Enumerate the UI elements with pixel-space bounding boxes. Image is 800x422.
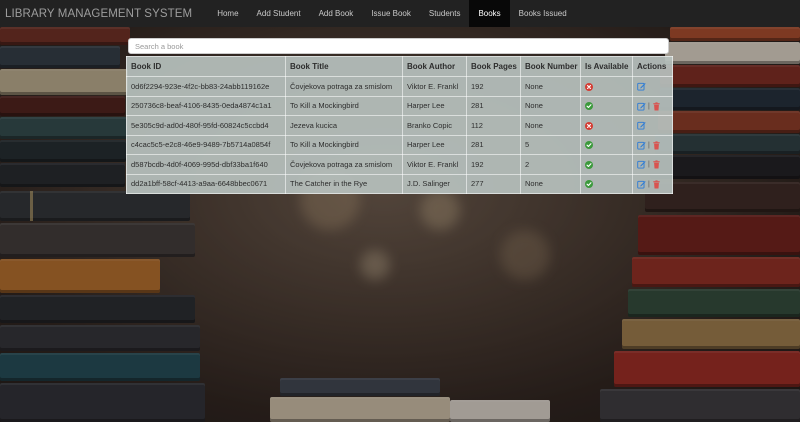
edit-icon[interactable] bbox=[637, 102, 646, 111]
cell-available bbox=[580, 95, 633, 116]
cell-title: To Kill a Mockingbird bbox=[285, 134, 403, 155]
header-book-title: Book Title bbox=[285, 56, 403, 77]
x-circle-icon bbox=[585, 82, 593, 91]
cell-title: Čovjekova potraga za smislom bbox=[285, 154, 403, 175]
cell-author: J.D. Salinger bbox=[402, 173, 467, 194]
nav-books[interactable]: Books bbox=[469, 0, 510, 27]
cell-available bbox=[580, 134, 633, 155]
nav-add-student[interactable]: Add Student bbox=[248, 0, 310, 27]
header-is-available: Is Available bbox=[580, 56, 633, 77]
row-actions bbox=[637, 121, 646, 130]
x-circle-icon bbox=[585, 121, 593, 130]
edit-icon[interactable] bbox=[637, 121, 646, 130]
check-circle-icon bbox=[585, 160, 593, 169]
header-book-id: Book ID bbox=[126, 56, 286, 77]
cell-title: The Catcher in the Rye bbox=[285, 173, 403, 194]
table-row: c4cac5c5-e2c8-46e9-9489-7b5714a0854f To K… bbox=[126, 134, 673, 155]
books-table: Book ID Book Title Book Author Book Page… bbox=[126, 56, 673, 194]
cell-actions: | bbox=[632, 173, 673, 194]
cell-id: c4cac5c5-e2c8-46e9-9489-7b5714a0854f bbox=[126, 134, 286, 155]
cell-author: Harper Lee bbox=[402, 134, 467, 155]
cell-actions bbox=[632, 76, 673, 97]
header-book-author: Book Author bbox=[402, 56, 467, 77]
edit-icon[interactable] bbox=[637, 180, 646, 189]
check-circle-icon bbox=[585, 180, 593, 189]
cell-pages: 281 bbox=[466, 134, 521, 155]
edit-icon[interactable] bbox=[637, 160, 646, 169]
cell-number: None bbox=[520, 115, 581, 136]
edit-icon[interactable] bbox=[637, 82, 646, 91]
row-actions bbox=[637, 82, 646, 91]
check-circle-icon bbox=[585, 141, 593, 150]
cell-author: Branko Copic bbox=[402, 115, 467, 136]
table-row: 0d6f2294-923e-4f2c-bb83-24abb119162e Čovj… bbox=[126, 76, 673, 97]
cell-title: To Kill a Mockingbird bbox=[285, 95, 403, 116]
cell-id: d587bcdb-4d0f-4069-995d-dbf33ba1f640 bbox=[126, 154, 286, 175]
action-separator: | bbox=[648, 141, 650, 149]
cell-id: dd2a1bff-58cf-4413-a9aa-6648bbec0671 bbox=[126, 173, 286, 194]
cell-available bbox=[580, 173, 633, 194]
row-actions: | bbox=[637, 179, 661, 189]
cell-id: 5e305c9d-ad0d-480f-95fd-60824c5ccbd4 bbox=[126, 115, 286, 136]
navbar-brand[interactable]: LIBRARY MANAGEMENT SYSTEM bbox=[0, 8, 208, 20]
cell-number: 2 bbox=[520, 154, 581, 175]
header-actions: Actions bbox=[632, 56, 673, 77]
action-separator: | bbox=[648, 161, 650, 168]
nav-books-issued[interactable]: Books Issued bbox=[510, 0, 576, 27]
cell-pages: 281 bbox=[466, 95, 521, 116]
cell-id: 0d6f2294-923e-4f2c-bb83-24abb119162e bbox=[126, 76, 286, 97]
nav-add-book[interactable]: Add Book bbox=[310, 0, 363, 27]
row-actions: | bbox=[637, 140, 661, 150]
nav-home[interactable]: Home bbox=[208, 0, 247, 27]
navbar-links: Home Add Student Add Book Issue Book Stu… bbox=[208, 0, 576, 27]
cell-actions: | bbox=[632, 95, 673, 116]
row-actions: | bbox=[637, 160, 661, 169]
cell-pages: 192 bbox=[466, 76, 521, 97]
cell-actions: | bbox=[632, 134, 673, 155]
cell-available bbox=[580, 76, 633, 97]
cell-actions: | bbox=[632, 154, 673, 175]
trash-icon[interactable] bbox=[652, 101, 661, 111]
check-circle-icon bbox=[585, 102, 593, 111]
trash-icon[interactable] bbox=[652, 160, 661, 169]
cell-author: Harper Lee bbox=[402, 95, 467, 116]
cell-number: None bbox=[520, 95, 581, 116]
cell-pages: 192 bbox=[466, 154, 521, 175]
table-row: 5e305c9d-ad0d-480f-95fd-60824c5ccbd4 Jeze… bbox=[126, 115, 673, 136]
cell-available bbox=[580, 115, 633, 136]
header-book-pages: Book Pages bbox=[466, 56, 521, 77]
action-separator: | bbox=[648, 180, 650, 188]
nav-issue-book[interactable]: Issue Book bbox=[362, 0, 420, 27]
cell-actions bbox=[632, 115, 673, 136]
table-row: dd2a1bff-58cf-4413-a9aa-6648bbec0671 The … bbox=[126, 173, 673, 194]
cell-author: Viktor E. Frankl bbox=[402, 154, 467, 175]
cell-pages: 277 bbox=[466, 173, 521, 194]
search-input[interactable] bbox=[128, 38, 669, 54]
action-separator: | bbox=[648, 102, 650, 110]
table-header-row: Book ID Book Title Book Author Book Page… bbox=[126, 56, 673, 77]
navbar: LIBRARY MANAGEMENT SYSTEM Home Add Stude… bbox=[0, 0, 800, 27]
trash-icon[interactable] bbox=[652, 179, 661, 189]
cell-title: Čovjekova potraga za smislom bbox=[285, 76, 403, 97]
trash-icon[interactable] bbox=[652, 140, 661, 150]
table-row: 250736c8-beaf-4106-8435-0eda4874c1a1 To K… bbox=[126, 95, 673, 116]
books-table-container: Book ID Book Title Book Author Book Page… bbox=[126, 56, 673, 194]
table-row: d587bcdb-4d0f-4069-995d-dbf33ba1f640 Čovj… bbox=[126, 154, 673, 175]
header-book-number: Book Number bbox=[520, 56, 581, 77]
cell-id: 250736c8-beaf-4106-8435-0eda4874c1a1 bbox=[126, 95, 286, 116]
edit-icon[interactable] bbox=[637, 141, 646, 150]
cell-number: 5 bbox=[520, 134, 581, 155]
cell-number: None bbox=[520, 76, 581, 97]
row-actions: | bbox=[637, 101, 661, 111]
nav-students[interactable]: Students bbox=[420, 0, 470, 27]
cell-author: Viktor E. Frankl bbox=[402, 76, 467, 97]
cell-title: Jezeva kucica bbox=[285, 115, 403, 136]
cell-number: None bbox=[520, 173, 581, 194]
cell-pages: 112 bbox=[466, 115, 521, 136]
cell-available bbox=[580, 154, 633, 175]
